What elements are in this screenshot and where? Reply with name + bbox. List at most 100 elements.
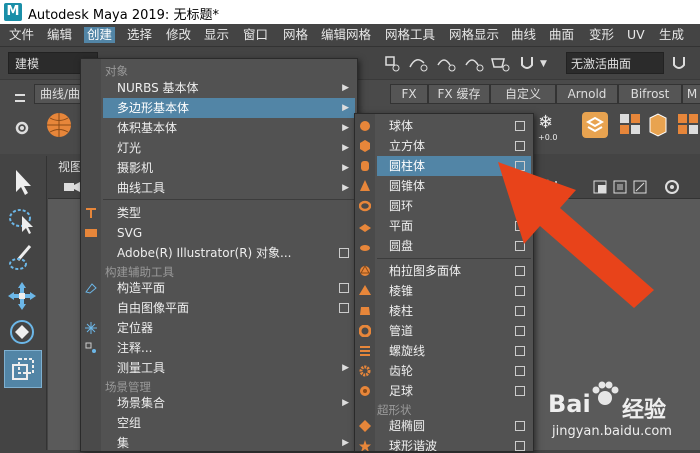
menu-item-label: 定位器 xyxy=(117,321,154,335)
menu-item-type[interactable]: 类型 xyxy=(81,203,355,223)
paint-select-icon[interactable] xyxy=(6,242,38,274)
option-box[interactable] xyxy=(515,326,525,336)
snap-view-icon[interactable] xyxy=(465,59,484,72)
menu-item-sets[interactable]: 集 ▶ xyxy=(81,433,355,453)
poly-sphere-shelf-icon[interactable] xyxy=(44,110,74,140)
shelf-tab-more[interactable]: M xyxy=(682,84,700,104)
menu-item-annotation[interactable]: 注释... xyxy=(81,338,355,358)
submenu-arrow-icon: ▶ xyxy=(342,398,349,408)
menu-item-label: 构造平面 xyxy=(117,281,166,295)
menu-item-sphere[interactable]: 球体 xyxy=(355,116,531,136)
menu-edit-mesh[interactable]: 编辑网格 xyxy=(318,27,374,43)
shelf-tab-bifrost[interactable]: Bifrost xyxy=(618,84,682,104)
menu-surfaces[interactable]: 曲面 xyxy=(546,27,577,43)
menu-mesh[interactable]: 网格 xyxy=(280,27,311,43)
menu-item-label: 足球 xyxy=(389,384,414,398)
menu-item-soccer-ball[interactable]: 足球 xyxy=(355,381,531,401)
menu-item-gear[interactable]: 齿轮 xyxy=(355,361,531,381)
menu-item-measure-tools[interactable]: 测量工具 ▶ xyxy=(81,358,355,378)
menu-item-empty-group[interactable]: 空组 xyxy=(81,413,355,433)
menu-item-cameras[interactable]: 摄影机 ▶ xyxy=(103,158,355,178)
locator-icon xyxy=(85,322,97,334)
snap-curve-icon[interactable] xyxy=(409,59,428,72)
scale-tool-icon xyxy=(12,358,34,380)
menu-item-curve-tools[interactable]: 曲线工具 ▶ xyxy=(103,178,355,198)
snowflake-icon[interactable]: ❄+0.0 xyxy=(538,112,557,142)
menu-item-nurbs-primitives[interactable]: NURBS 基本体 ▶ xyxy=(103,78,355,98)
menu-item-label: 立方体 xyxy=(389,139,426,153)
menu-item-label: 棱锥 xyxy=(389,284,414,298)
lasso-tool-icon[interactable] xyxy=(6,204,38,236)
cube-grid-icon[interactable] xyxy=(678,114,698,134)
menu-display[interactable]: 显示 xyxy=(201,27,232,43)
cubes-icon[interactable] xyxy=(649,113,667,137)
magnet-icon[interactable] xyxy=(521,57,533,69)
rotate-tool-icon[interactable] xyxy=(6,316,38,348)
snap-surface-icon[interactable] xyxy=(491,58,510,72)
option-box[interactable] xyxy=(339,248,349,258)
menu-generate[interactable]: 生成 xyxy=(656,27,687,43)
grid-cubes-icon[interactable] xyxy=(620,114,640,134)
superellipse-icon xyxy=(359,420,371,432)
camera-icon[interactable] xyxy=(62,180,82,194)
option-box[interactable] xyxy=(339,283,349,293)
menu-item-helix[interactable]: 螺旋线 xyxy=(355,341,531,361)
chevron-down-icon[interactable]: ▼ xyxy=(540,59,547,69)
live-surface-label: 无激活曲面 xyxy=(571,57,632,71)
live-surface-field[interactable]: 无激活曲面 xyxy=(566,52,664,74)
menu-item-volume-primitives[interactable]: 体积基本体 ▶ xyxy=(103,118,355,138)
option-box[interactable] xyxy=(515,121,525,131)
menu-item-svg[interactable]: SVG xyxy=(81,223,355,243)
shelf-menu-icon[interactable] xyxy=(14,90,26,108)
viewport-label[interactable]: 视图 xyxy=(58,158,82,175)
menu-item-label: 场景集合 xyxy=(117,396,166,410)
torus-icon xyxy=(359,200,371,212)
option-box[interactable] xyxy=(515,346,525,356)
menu-item-adobe-illustrator[interactable]: Adobe(R) Illustrator(R) 对象... xyxy=(81,243,355,263)
menu-curves[interactable]: 曲线 xyxy=(508,27,539,43)
shelf-icons-right: ❄+0.0 xyxy=(538,112,698,142)
menu-mesh-tools[interactable]: 网格工具 xyxy=(382,27,438,43)
menu-item-lights[interactable]: 灯光 ▶ xyxy=(103,138,355,158)
option-box[interactable] xyxy=(515,366,525,376)
shelf-tab-arnold[interactable]: Arnold xyxy=(556,84,618,104)
menu-item-label: 球体 xyxy=(389,119,414,133)
menu-modify[interactable]: 修改 xyxy=(163,27,194,43)
menu-mesh-display[interactable]: 网格显示 xyxy=(446,27,502,43)
shelf-tab-fx[interactable]: FX xyxy=(390,84,428,104)
menu-create[interactable]: 创建 xyxy=(84,27,116,43)
menu-file[interactable]: 文件 xyxy=(6,27,37,43)
move-tool-icon[interactable] xyxy=(6,280,38,312)
select-tool-icon[interactable] xyxy=(6,166,38,198)
menu-item-spherical-harmonics[interactable]: 球形谐波 xyxy=(355,436,531,451)
menu-item-polygon-primitives[interactable]: 多边形基本体 ▶ xyxy=(103,98,355,118)
menu-edit[interactable]: 编辑 xyxy=(44,27,75,43)
menu-item-free-image-plane[interactable]: 自由图像平面 xyxy=(81,298,355,318)
menu-item-label: 测量工具 xyxy=(117,361,166,375)
gear-icon[interactable] xyxy=(14,120,30,136)
snap-grid-icon[interactable] xyxy=(385,56,400,72)
submenu-arrow-icon: ▶ xyxy=(342,143,349,153)
last-tool-button[interactable] xyxy=(4,350,42,388)
option-box[interactable] xyxy=(515,421,525,431)
menu-item-label: 平面 xyxy=(389,219,414,233)
menu-deform[interactable]: 变形 xyxy=(586,27,617,43)
menu-item-scene-assembly[interactable]: 场景集合 ▶ xyxy=(81,393,355,413)
snap-point-icon[interactable] xyxy=(437,59,456,72)
menu-window[interactable]: 窗口 xyxy=(240,27,271,43)
submenu-arrow-icon: ▶ xyxy=(342,438,349,448)
magnet-icon[interactable] xyxy=(668,53,698,73)
menu-uv[interactable]: UV xyxy=(624,27,648,43)
option-box[interactable] xyxy=(515,386,525,396)
option-box[interactable] xyxy=(339,303,349,313)
menu-select[interactable]: 选择 xyxy=(124,27,155,43)
shelf-tab-fx-cache[interactable]: FX 缓存 xyxy=(428,84,490,104)
baidu-watermark: Bai 经验 jingyan.baidu.com xyxy=(548,380,698,444)
layers-icon[interactable] xyxy=(582,112,608,138)
shelf-tab-curves[interactable]: 曲线/曲 xyxy=(34,84,86,104)
shelf-tab-custom[interactable]: 自定义 xyxy=(490,84,556,104)
menu-item-construction-plane[interactable]: 构造平面 xyxy=(81,278,355,298)
menu-item-pipe[interactable]: 管道 xyxy=(355,321,531,341)
menu-item-super-ellipse[interactable]: 超椭圆 xyxy=(355,416,531,436)
menu-item-locator[interactable]: 定位器 xyxy=(81,318,355,338)
